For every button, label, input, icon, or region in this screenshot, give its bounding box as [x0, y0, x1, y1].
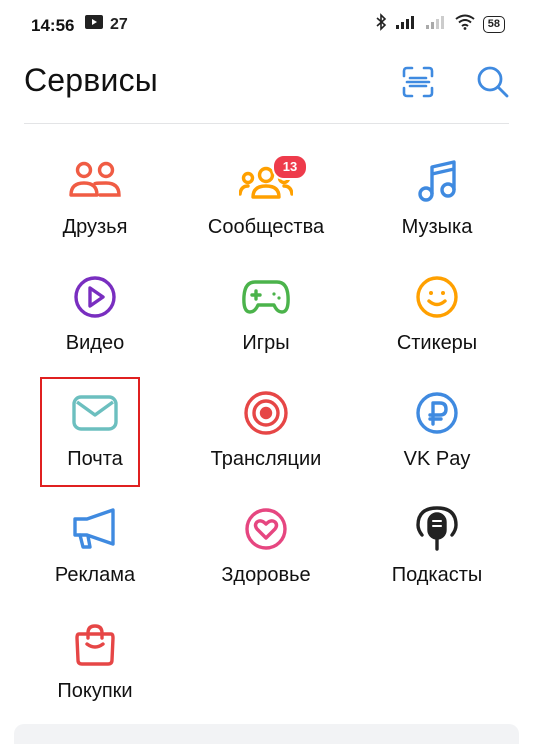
- video-play-icon: [67, 272, 123, 322]
- unread-badge: 13: [272, 154, 308, 180]
- ruble-icon: [409, 388, 465, 438]
- signal-icon: [395, 14, 417, 35]
- service-label: Здоровье: [221, 564, 311, 586]
- bottom-card-peek: [14, 724, 519, 744]
- search-button[interactable]: [473, 64, 513, 104]
- bluetooth-icon: [375, 13, 387, 36]
- smiley-icon: [409, 272, 465, 322]
- search-icon: [476, 65, 510, 104]
- service-label: Покупки: [57, 680, 133, 702]
- qr-scan-button[interactable]: [398, 64, 438, 104]
- shopping-bag-icon: [67, 620, 123, 670]
- status-time: 14:56: [31, 16, 75, 35]
- signal-weak-icon: [425, 14, 447, 35]
- music-note-icon: [409, 156, 465, 206]
- service-ads[interactable]: Реклама: [10, 494, 180, 604]
- qr-scan-icon: [401, 65, 435, 104]
- service-video[interactable]: Видео: [10, 262, 180, 372]
- service-broadcasts[interactable]: Трансляции: [181, 378, 351, 488]
- service-label: VK Pay: [403, 448, 471, 470]
- service-shopping[interactable]: Покупки: [10, 610, 180, 720]
- status-bar: 14:56 27 58: [0, 0, 533, 52]
- service-stickers[interactable]: Стикеры: [352, 262, 522, 372]
- megaphone-icon: [67, 504, 123, 554]
- service-label: Игры: [242, 332, 290, 354]
- service-label: Друзья: [62, 216, 128, 238]
- friends-icon: [67, 156, 123, 206]
- service-label: Подкасты: [391, 564, 483, 586]
- page-title: Сервисы: [24, 62, 158, 98]
- service-communities[interactable]: 13 Сообщества: [181, 146, 351, 256]
- service-label: Видео: [65, 332, 125, 354]
- gamepad-icon: [238, 272, 294, 322]
- service-label: Реклама: [54, 564, 136, 586]
- service-label: Музыка: [401, 216, 473, 238]
- selection-highlight: [40, 377, 140, 487]
- service-health[interactable]: Здоровье: [181, 494, 351, 604]
- battery-indicator: 58: [482, 16, 505, 33]
- message-notification-icon: [84, 14, 104, 35]
- service-label: Стикеры: [396, 332, 478, 354]
- service-games[interactable]: Игры: [181, 262, 351, 372]
- service-label: Трансляции: [210, 448, 322, 470]
- broadcast-icon: [238, 388, 294, 438]
- service-music[interactable]: Музыка: [352, 146, 522, 256]
- heart-icon: [238, 504, 294, 554]
- communities-icon: 13: [238, 154, 308, 206]
- header-divider: [24, 123, 509, 124]
- service-vk-pay[interactable]: VK Pay: [352, 378, 522, 488]
- service-podcasts[interactable]: Подкасты: [352, 494, 522, 604]
- service-label: Сообщества: [207, 216, 325, 238]
- wifi-icon: [455, 14, 475, 35]
- notification-count: 27: [110, 15, 128, 33]
- service-friends[interactable]: Друзья: [10, 146, 180, 256]
- podcast-mic-icon: [409, 504, 465, 554]
